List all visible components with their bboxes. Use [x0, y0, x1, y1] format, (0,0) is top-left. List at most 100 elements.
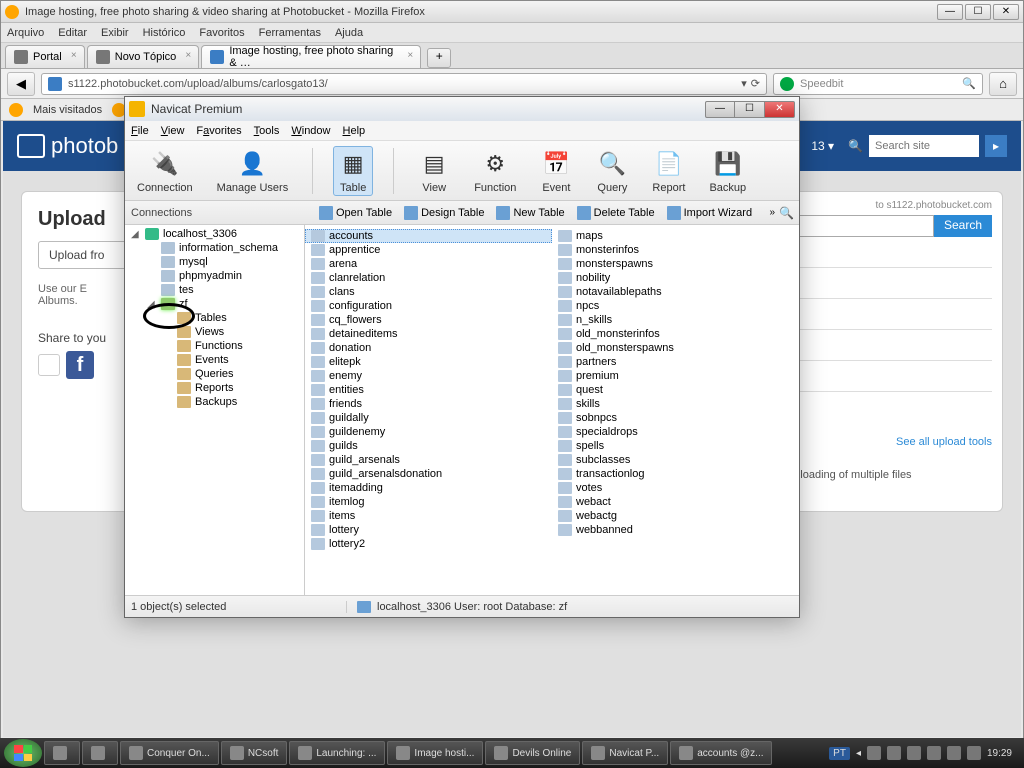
tree-db[interactable]: mysql — [125, 255, 304, 269]
table-item[interactable]: friends — [305, 397, 552, 411]
tree-db-zf[interactable]: ◢zf — [125, 297, 304, 311]
tree-views[interactable]: Views — [125, 325, 304, 339]
menu-historico[interactable]: Histórico — [143, 27, 186, 39]
table-item[interactable]: itemadding — [305, 481, 552, 495]
table-item[interactable]: skills — [552, 397, 799, 411]
table-item[interactable]: sobnpcs — [552, 411, 799, 425]
table-item[interactable]: partners — [552, 355, 799, 369]
subtool-open-table[interactable]: Open Table — [315, 205, 396, 221]
menu-file[interactable]: File — [131, 125, 149, 137]
table-item[interactable]: accounts — [305, 229, 552, 243]
toolbar-connection[interactable]: 🔌Connection — [133, 146, 197, 196]
home-button[interactable]: ⌂ — [989, 72, 1017, 96]
tree-reports[interactable]: Reports — [125, 381, 304, 395]
tree-db[interactable]: phpmyadmin — [125, 269, 304, 283]
table-item[interactable]: specialdrops — [552, 425, 799, 439]
tree-connection[interactable]: ◢localhost_3306 — [125, 227, 304, 241]
table-item[interactable]: configuration — [305, 299, 552, 313]
subtool-new-table[interactable]: New Table — [492, 205, 568, 221]
table-item[interactable]: monsterinfos — [552, 243, 799, 257]
table-item[interactable]: old_monsterinfos — [552, 327, 799, 341]
taskbar-task[interactable]: NCsoft — [221, 741, 288, 765]
table-item[interactable]: apprentice — [305, 243, 552, 257]
menu-tools[interactable]: Tools — [254, 125, 280, 137]
start-button[interactable] — [4, 739, 42, 767]
table-item[interactable]: webbanned — [552, 523, 799, 537]
table-item[interactable]: transactionlog — [552, 467, 799, 481]
dropdown-icon[interactable]: ▾ — [741, 77, 747, 90]
tray-icon[interactable] — [887, 746, 901, 760]
close-icon[interactable]: × — [404, 50, 416, 62]
tree-db[interactable]: tes — [125, 283, 304, 297]
table-item[interactable]: donation — [305, 341, 552, 355]
tree-functions[interactable]: Functions — [125, 339, 304, 353]
toolbar-manage-users[interactable]: 👤Manage Users — [213, 146, 293, 196]
tray-icon[interactable] — [867, 746, 881, 760]
search-icon[interactable]: 🔍 — [962, 77, 976, 90]
table-item[interactable]: entities — [305, 383, 552, 397]
menu-help[interactable]: Help — [343, 125, 366, 137]
toolbar-view[interactable]: ▤View — [414, 146, 454, 196]
table-item[interactable]: subclasses — [552, 453, 799, 467]
navicat-maximize-button[interactable]: ☐ — [735, 101, 765, 118]
table-item[interactable]: spells — [552, 439, 799, 453]
table-item[interactable]: notavailablepaths — [552, 285, 799, 299]
table-item[interactable]: webact — [552, 495, 799, 509]
subtool-delete-table[interactable]: Delete Table — [573, 205, 659, 221]
pb-logo[interactable]: photob — [17, 133, 118, 159]
taskbar-task[interactable] — [82, 741, 118, 765]
table-item[interactable]: guilds — [305, 439, 552, 453]
toolbar-query[interactable]: 🔍Query — [592, 146, 632, 196]
toolbar-backup[interactable]: 💾Backup — [705, 146, 750, 196]
taskbar-task[interactable]: Navicat P... — [582, 741, 668, 765]
facebook-icon[interactable]: f — [66, 351, 94, 379]
menu-exibir[interactable]: Exibir — [101, 27, 129, 39]
subtool-design-table[interactable]: Design Table — [400, 205, 488, 221]
table-item[interactable]: lottery2 — [305, 537, 552, 551]
table-item[interactable]: quest — [552, 383, 799, 397]
table-item[interactable]: votes — [552, 481, 799, 495]
toolbar-function[interactable]: ⚙Function — [470, 146, 520, 196]
tree-db[interactable]: information_schema — [125, 241, 304, 255]
toolbar-event[interactable]: 📅Event — [536, 146, 576, 196]
toolbar-table[interactable]: ▦Table — [333, 146, 373, 196]
table-item[interactable]: monsterspawns — [552, 257, 799, 271]
table-item[interactable]: guild_arsenalsdonation — [305, 467, 552, 481]
table-item[interactable]: n_skills — [552, 313, 799, 327]
tree-events[interactable]: Events — [125, 353, 304, 367]
close-icon[interactable]: × — [68, 50, 80, 62]
table-item[interactable]: items — [305, 509, 552, 523]
table-item[interactable]: cq_flowers — [305, 313, 552, 327]
table-item[interactable]: detaineditems — [305, 327, 552, 341]
table-item[interactable]: guildenemy — [305, 425, 552, 439]
toolbar-report[interactable]: 📄Report — [648, 146, 689, 196]
menu-window[interactable]: Window — [291, 125, 330, 137]
close-icon[interactable]: × — [182, 50, 194, 62]
search-bar[interactable]: Speedbit 🔍 — [773, 73, 983, 95]
language-indicator[interactable]: PT — [829, 747, 850, 760]
most-visited-button[interactable]: Mais visitados — [33, 104, 102, 116]
chevron-down-icon[interactable]: » — [769, 207, 775, 218]
table-item[interactable]: arena — [305, 257, 552, 271]
navicat-minimize-button[interactable]: — — [705, 101, 735, 118]
taskbar-task[interactable]: Devils Online — [485, 741, 580, 765]
table-item[interactable]: npcs — [552, 299, 799, 313]
table-item[interactable]: lottery — [305, 523, 552, 537]
taskbar-task[interactable]: Conquer On... — [120, 741, 219, 765]
table-item[interactable]: enemy — [305, 369, 552, 383]
search-icon[interactable]: 🔍 — [779, 206, 793, 220]
table-item[interactable]: guild_arsenals — [305, 453, 552, 467]
tray-expand-icon[interactable]: ◂ — [856, 748, 861, 759]
tree-tables[interactable]: Tables — [125, 311, 304, 325]
tray-icon[interactable] — [947, 746, 961, 760]
provider-search-button[interactable]: Search — [934, 215, 992, 237]
tray-icon[interactable] — [927, 746, 941, 760]
table-item[interactable]: webactg — [552, 509, 799, 523]
tab-portal[interactable]: Portal× — [5, 45, 85, 68]
clock[interactable]: 19:29 — [987, 748, 1012, 759]
taskbar-task[interactable]: Launching: ... — [289, 741, 385, 765]
table-item[interactable]: maps — [552, 229, 799, 243]
tray-icon[interactable] — [967, 746, 981, 760]
menu-favorites[interactable]: Favorites — [196, 125, 241, 137]
see-all-link[interactable]: See all upload tools — [896, 436, 992, 448]
